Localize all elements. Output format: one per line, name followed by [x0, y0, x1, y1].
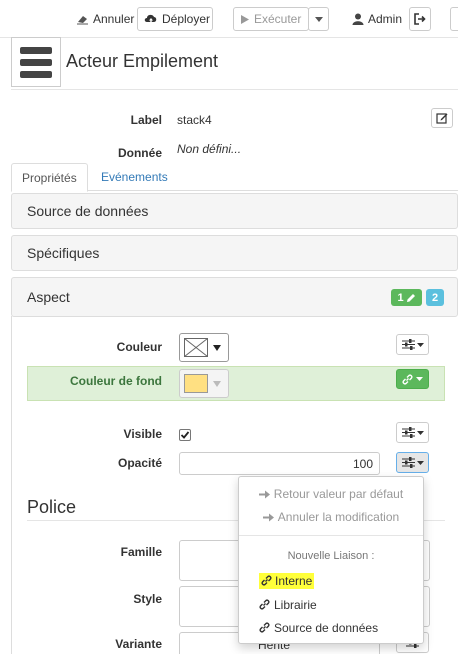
- modified-count: 1: [397, 291, 404, 304]
- binding-dropdown-menu: Retour valeur par défaut Annuler la modi…: [238, 476, 424, 644]
- sliders-icon: [401, 427, 415, 438]
- edit-label-button[interactable]: [431, 108, 453, 128]
- interne-highlight: Interne: [259, 572, 315, 589]
- opacite-value: 100: [352, 457, 373, 471]
- cloud-upload-icon: [144, 14, 157, 23]
- opacite-binding-menu-button[interactable]: [396, 452, 429, 473]
- annuler-label: Annuler: [93, 12, 135, 26]
- menu-item-interne[interactable]: Interne: [239, 571, 423, 590]
- no-color-swatch-icon: [184, 338, 208, 357]
- menu-item-reset-default[interactable]: Retour valeur par défaut: [239, 485, 423, 503]
- admin-label: Admin: [368, 12, 403, 26]
- checkmark-icon: [180, 431, 190, 439]
- variante-label: Variante: [115, 637, 162, 651]
- menu-item-source-donnees[interactable]: Source de données: [239, 618, 423, 637]
- sliders-icon: [401, 457, 415, 468]
- label-field-value: stack4: [177, 113, 212, 127]
- menu-interne-label: Interne: [275, 573, 313, 588]
- deployer-label: Déployer: [162, 12, 211, 26]
- arrow-right-icon: [258, 490, 270, 498]
- menu-item-cancel-modification[interactable]: Annuler la modification: [239, 508, 423, 526]
- couleur-fond-label: Couleur de fond: [70, 374, 162, 388]
- famille-label: Famille: [120, 545, 162, 559]
- binding-count-badge: 2: [426, 289, 444, 306]
- couleur-picker[interactable]: [179, 333, 229, 362]
- actor-stack-icon: [11, 37, 61, 87]
- panel-specifiques-title: Spécifiques: [27, 245, 100, 261]
- link-icon: [402, 374, 413, 384]
- menu-reset-label: Retour valeur par défaut: [273, 487, 404, 501]
- deployer-button[interactable]: Déployer: [137, 7, 213, 31]
- couleur-binding-menu-button[interactable]: [396, 334, 429, 355]
- header-divider: [11, 89, 458, 90]
- caret-down-icon: [416, 342, 424, 347]
- user-icon: [352, 13, 364, 25]
- edit-icon: [436, 113, 448, 124]
- visible-binding-menu-button[interactable]: [396, 422, 429, 443]
- couleur-fond-picker[interactable]: [179, 369, 229, 398]
- play-icon: [241, 14, 249, 24]
- caret-down-icon: [213, 380, 221, 387]
- menu-item-librairie[interactable]: Librairie: [239, 595, 423, 614]
- modified-count-badge: 1: [391, 289, 422, 306]
- annuler-button[interactable]: Annuler: [70, 7, 140, 31]
- panel-source-title: Source de données: [27, 203, 149, 219]
- donnee-field-value[interactable]: Non défini...: [177, 142, 241, 156]
- panel-specifiques-header[interactable]: Spécifiques: [11, 235, 458, 271]
- executer-dropdown-button[interactable]: [308, 7, 329, 31]
- visible-label: Visible: [123, 427, 162, 441]
- sliders-icon: [401, 339, 415, 350]
- color-swatch: [184, 374, 208, 393]
- panel-aspect-title: Aspect: [27, 289, 70, 305]
- arrow-right-icon: [262, 513, 274, 521]
- link-icon: [259, 622, 270, 633]
- menu-librairie-label: Librairie: [274, 597, 317, 612]
- link-icon: [259, 599, 270, 610]
- caret-down-icon: [314, 16, 323, 22]
- couleur-fond-binding-button[interactable]: [396, 369, 429, 389]
- panel-source-header[interactable]: Source de données: [11, 193, 458, 229]
- tab-proprietes[interactable]: Propriétés: [11, 163, 88, 192]
- logout-icon: [414, 13, 426, 25]
- caret-down-icon: [416, 430, 424, 435]
- caret-down-icon: [213, 344, 221, 351]
- label-field-label: Label: [130, 113, 162, 127]
- menu-cancel-label: Annuler la modification: [277, 510, 400, 524]
- logout-button[interactable]: [409, 7, 431, 31]
- caret-down-icon: [416, 460, 424, 465]
- top-toolbar: Annuler Déployer Exécuter Admin: [0, 0, 458, 38]
- extra-toolbar-button[interactable]: [450, 7, 458, 31]
- menu-source-label: Source de données: [274, 620, 379, 635]
- caret-down-icon: [416, 377, 423, 381]
- donnee-field-label: Donnée: [117, 146, 162, 160]
- style-label: Style: [133, 592, 162, 606]
- menu-divider: [239, 535, 423, 536]
- tab-evenements[interactable]: Evénements: [91, 163, 178, 191]
- tab-bar: Propriétés Evénements: [11, 163, 458, 192]
- executer-button[interactable]: Exécuter: [233, 7, 309, 31]
- opacite-label: Opacité: [117, 456, 162, 470]
- pencil-icon: [406, 293, 415, 302]
- couleur-label: Couleur: [116, 340, 162, 354]
- menu-header-nouvelle-liaison: Nouvelle Liaison :: [287, 550, 375, 562]
- executer-label: Exécuter: [254, 12, 302, 26]
- police-section-title: Police: [27, 497, 77, 517]
- opacite-input[interactable]: 100: [179, 452, 380, 475]
- eraser-icon: [77, 16, 88, 25]
- link-icon: [261, 575, 272, 586]
- visible-checkbox[interactable]: [179, 429, 191, 441]
- admin-user-button[interactable]: Admin: [346, 7, 408, 31]
- page-title: Acteur Empilement: [66, 51, 219, 71]
